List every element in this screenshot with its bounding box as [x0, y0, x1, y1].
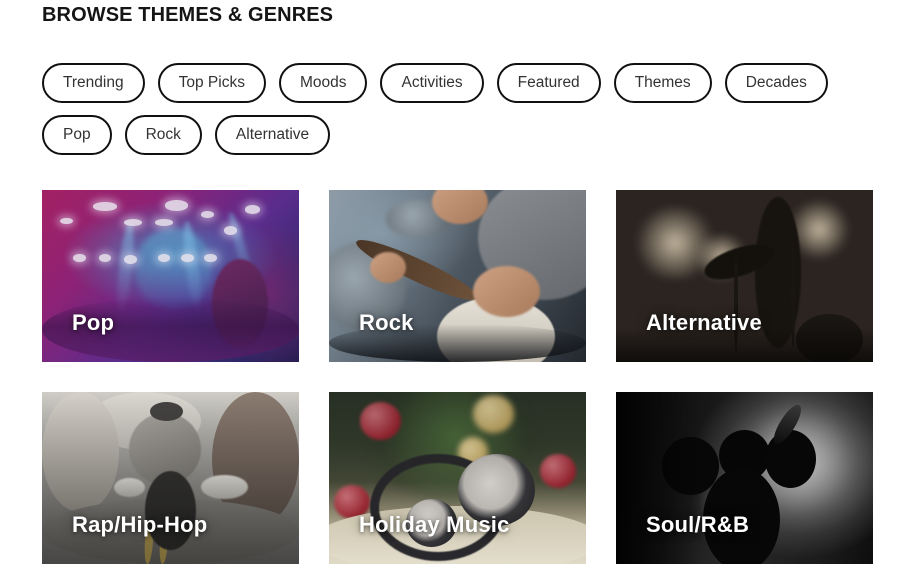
genre-card-soul-rnb[interactable]: Soul/R&B — [616, 392, 873, 564]
silhouette-singer-microphone-image — [616, 392, 873, 564]
genre-card-alternative[interactable]: Alternative — [616, 190, 873, 362]
filter-pill-top-picks[interactable]: Top Picks — [157, 63, 266, 103]
genre-card-label: Alternative — [646, 310, 762, 335]
concert-stage-lights-image — [42, 190, 299, 362]
filter-pill-rock[interactable]: Rock — [124, 115, 202, 155]
headphones-christmas-tree-image — [329, 392, 586, 564]
silhouette-guitarist-stage-image — [616, 190, 873, 362]
genre-card-label: Rap/Hip-Hop — [72, 512, 208, 537]
filter-pill-activities[interactable]: Activities — [380, 63, 484, 103]
filter-pill-moods[interactable]: Moods — [278, 63, 368, 103]
genre-card-rap-hip-hop[interactable]: Rap/Hip-Hop — [42, 392, 299, 564]
filter-pill-row-2: Pop Rock Alternative — [42, 115, 872, 155]
browse-themes-genres-page: BROWSE THEMES & GENRES Trending Top Pick… — [0, 0, 909, 579]
filter-pill-featured[interactable]: Featured — [496, 63, 601, 103]
filter-pill-alternative[interactable]: Alternative — [214, 115, 331, 155]
filter-pill-pop[interactable]: Pop — [42, 115, 112, 155]
genre-card-rock[interactable]: Rock — [329, 190, 586, 362]
genre-card-holiday-music[interactable]: Holiday Music — [329, 392, 586, 564]
genre-card-label: Pop — [72, 310, 115, 335]
bass-guitarist-image — [329, 190, 586, 362]
genre-card-label: Holiday Music — [359, 512, 510, 537]
genre-card-label: Soul/R&B — [646, 512, 750, 537]
filter-pill-trending[interactable]: Trending — [42, 63, 145, 103]
street-dancer-image — [42, 392, 299, 564]
filter-pill-row-1: Trending Top Picks Moods Activities Feat… — [42, 63, 872, 103]
genre-card-grid: Pop Rock Alternative Rap/Hip-Hop Holiday… — [42, 190, 873, 564]
genre-card-pop[interactable]: Pop — [42, 190, 299, 362]
page-title: BROWSE THEMES & GENRES — [42, 4, 334, 26]
genre-card-label: Rock — [359, 310, 414, 335]
filter-pill-group: Trending Top Picks Moods Activities Feat… — [42, 63, 872, 155]
filter-pill-themes[interactable]: Themes — [613, 63, 712, 103]
filter-pill-decades[interactable]: Decades — [724, 63, 828, 103]
